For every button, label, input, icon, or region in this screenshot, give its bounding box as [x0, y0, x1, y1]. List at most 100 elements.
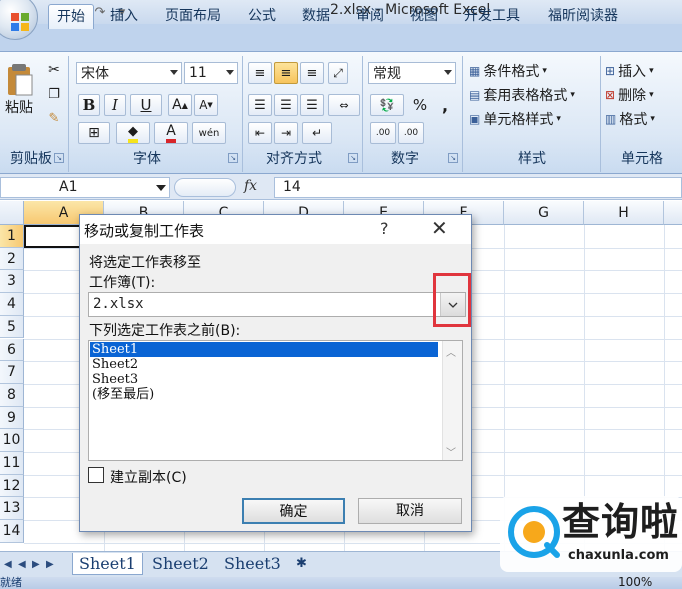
tab-review[interactable]: 审阅: [348, 4, 392, 28]
number-launcher-icon[interactable]: ↘: [448, 153, 458, 163]
insert-cells-button[interactable]: ⊞ 插入 ▾: [604, 60, 682, 82]
select-all-corner[interactable]: [0, 201, 24, 225]
font-size-combo[interactable]: 11: [184, 62, 238, 84]
create-copy-checkbox[interactable]: [88, 467, 104, 483]
copy-icon[interactable]: ❐: [44, 84, 64, 104]
list-item[interactable]: (移至最后): [90, 387, 438, 402]
tab-developer[interactable]: 开发工具: [456, 4, 528, 28]
tab-page-layout[interactable]: 页面布局: [157, 4, 229, 28]
align-right-icon[interactable]: ☰: [300, 94, 324, 116]
row-header[interactable]: 7: [0, 361, 24, 384]
sheet-tab-sheet3[interactable]: Sheet3: [218, 553, 287, 575]
formula-input[interactable]: 14: [274, 177, 682, 198]
font-color-icon[interactable]: A: [154, 122, 188, 144]
row-header[interactable]: 13: [0, 497, 24, 521]
list-item[interactable]: Sheet1: [89, 341, 439, 358]
number-format-combo[interactable]: 常规: [368, 62, 456, 84]
insert-sheet-icon[interactable]: ✱: [290, 553, 313, 575]
row-header[interactable]: 2: [0, 247, 24, 271]
clipboard-launcher-icon[interactable]: ↘: [54, 153, 64, 163]
dialog-close-button[interactable]: ✕: [431, 217, 448, 239]
tab-home[interactable]: 开始: [48, 4, 94, 29]
tab-insert[interactable]: 插入: [102, 4, 146, 28]
align-left-icon[interactable]: ☰: [248, 94, 272, 116]
last-sheet-icon[interactable]: ▶: [46, 559, 56, 571]
next-sheet-icon[interactable]: ▶: [32, 559, 42, 571]
sheet-tab-sheet2[interactable]: Sheet2: [146, 553, 215, 575]
accounting-format-icon[interactable]: 💱: [370, 94, 404, 116]
format-as-table-button[interactable]: ▤ 套用表格格式 ▾: [468, 84, 598, 106]
row-header[interactable]: 4: [0, 293, 24, 316]
name-box-dropdown-icon[interactable]: [156, 185, 166, 191]
tab-formulas[interactable]: 公式: [240, 4, 284, 28]
percent-style-button[interactable]: %: [408, 94, 432, 116]
column-header-partial[interactable]: [664, 201, 682, 225]
paste-button[interactable]: 粘贴: [0, 58, 38, 122]
tab-data[interactable]: 数据: [294, 4, 338, 28]
alignment-launcher-icon[interactable]: ↘: [348, 153, 358, 163]
borders-icon[interactable]: ⊞: [78, 122, 110, 144]
italic-button[interactable]: I: [104, 94, 126, 116]
font-name-combo[interactable]: 宋体: [76, 62, 182, 84]
prev-sheet-icon[interactable]: ◀: [18, 559, 28, 571]
sheet-tab-sheet1[interactable]: Sheet1: [72, 553, 143, 575]
tab-view[interactable]: 视图: [402, 4, 446, 28]
underline-button[interactable]: U: [130, 94, 162, 116]
scroll-down-icon[interactable]: ﹀: [446, 444, 456, 459]
row-header[interactable]: 9: [0, 406, 24, 430]
row-header[interactable]: 3: [0, 270, 24, 294]
decrease-decimal-button[interactable]: .00: [398, 122, 424, 144]
bold-button[interactable]: B: [78, 94, 100, 116]
fill-color-icon[interactable]: ◆: [116, 122, 150, 144]
row-header[interactable]: 8: [0, 383, 24, 407]
font-launcher-icon[interactable]: ↘: [228, 153, 238, 163]
align-center-icon[interactable]: ☰: [274, 94, 298, 116]
row-header[interactable]: 5: [0, 315, 24, 339]
format-painter-icon[interactable]: ✎: [44, 108, 64, 128]
list-item[interactable]: Sheet2: [90, 357, 438, 372]
increase-decimal-button[interactable]: .00: [370, 122, 396, 144]
comma-style-button[interactable]: ,: [434, 94, 456, 116]
name-box[interactable]: A1: [0, 177, 170, 198]
decrease-indent-icon[interactable]: ⇤: [248, 122, 272, 144]
increase-indent-icon[interactable]: ⇥: [274, 122, 298, 144]
workbook-select[interactable]: 2.xlsx: [88, 292, 466, 317]
conditional-formatting-button[interactable]: ▦ 条件格式 ▾: [468, 60, 598, 82]
font-name-value: 宋体: [81, 66, 109, 82]
cancel-button[interactable]: 取消: [358, 498, 462, 524]
first-sheet-icon[interactable]: ◀: [4, 559, 14, 571]
zoom-level[interactable]: 100%: [618, 576, 652, 588]
cell-styles-button[interactable]: ▣ 单元格样式 ▾: [468, 108, 598, 130]
row-header[interactable]: 14: [0, 520, 24, 543]
insert-function-button[interactable]: fx: [244, 178, 257, 194]
row-header[interactable]: 6: [0, 338, 24, 362]
dialog-help-button[interactable]: ?: [380, 219, 389, 238]
delete-cells-button[interactable]: ⊠ 删除 ▾: [604, 84, 682, 106]
row-header[interactable]: 11: [0, 452, 24, 475]
clipboard-group-label: 剪贴板: [10, 151, 52, 167]
format-cells-button[interactable]: ▥ 格式 ▾: [604, 108, 682, 130]
shrink-font-icon[interactable]: A ▼: [194, 94, 218, 116]
column-header[interactable]: H: [584, 201, 664, 225]
list-item[interactable]: Sheet3: [90, 372, 438, 387]
number-group-label: 数字: [391, 151, 419, 167]
row-header[interactable]: 12: [0, 474, 24, 498]
insert-cells-label: 插入: [618, 64, 647, 80]
align-bottom-icon[interactable]: ≡: [300, 62, 324, 84]
merge-center-icon[interactable]: ⇔: [328, 94, 360, 116]
orientation-icon[interactable]: ⤢: [328, 62, 348, 84]
tab-foxit-reader[interactable]: 福昕阅读器: [540, 4, 626, 28]
align-top-icon[interactable]: ≡: [248, 62, 272, 84]
phonetic-icon[interactable]: wén: [192, 122, 226, 144]
grow-font-icon[interactable]: A ▲: [168, 94, 192, 116]
column-header[interactable]: G: [504, 201, 584, 225]
scroll-up-icon[interactable]: ︿: [446, 344, 456, 359]
row-header[interactable]: 10: [0, 429, 24, 452]
red-highlight-box: [433, 273, 471, 327]
cut-icon[interactable]: ✂: [44, 60, 64, 80]
align-middle-icon[interactable]: ≡: [274, 62, 298, 84]
wrap-text-icon[interactable]: ↵: [302, 122, 332, 144]
ok-button[interactable]: 确定: [242, 498, 345, 524]
row-header[interactable]: 1: [0, 225, 24, 248]
formula-bar-splitter[interactable]: [174, 178, 236, 197]
